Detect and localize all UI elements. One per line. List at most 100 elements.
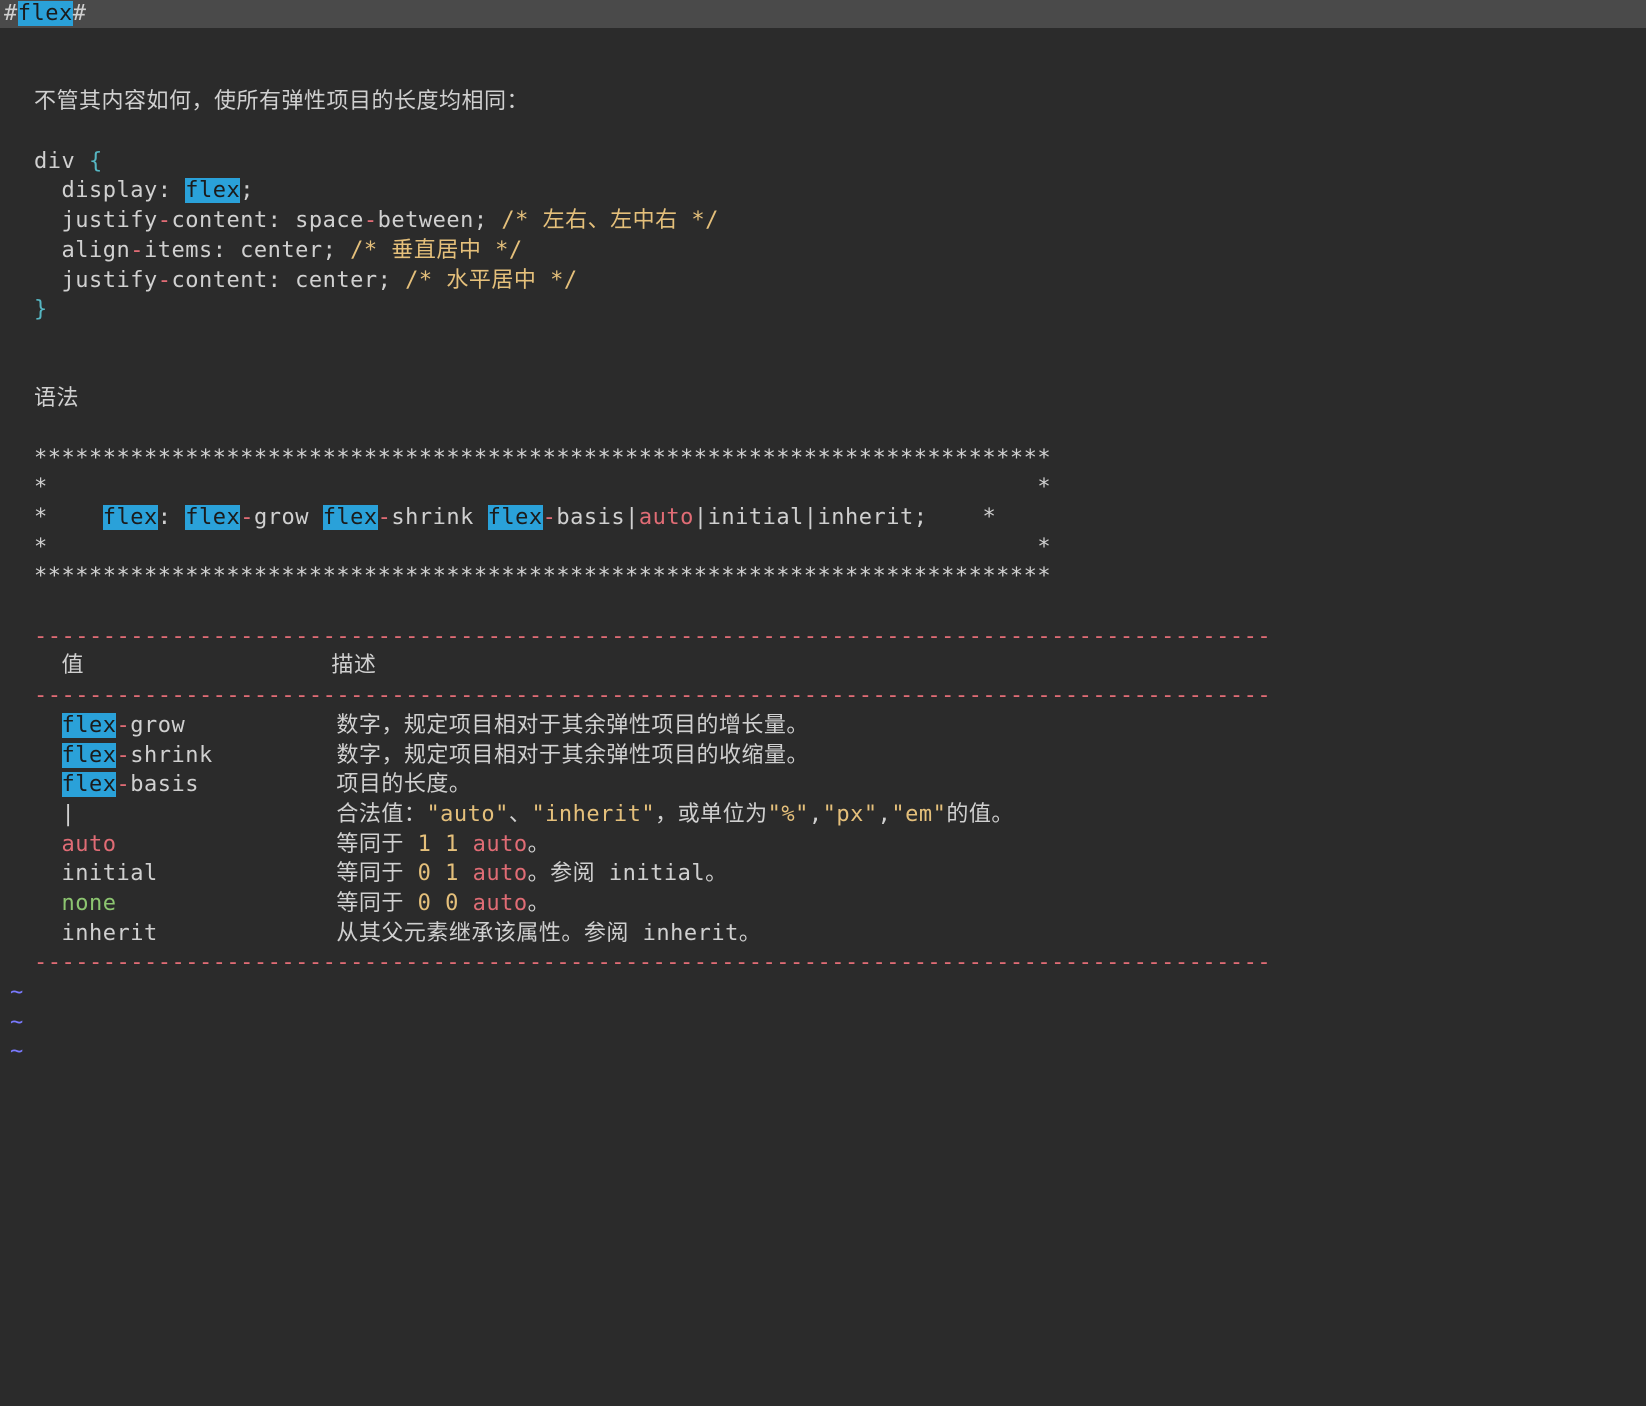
blank-line (34, 357, 48, 382)
code-token: div (34, 149, 89, 174)
dash-icon: - (116, 743, 130, 768)
row-value: auto (62, 832, 117, 857)
blank-line (34, 416, 48, 441)
code-token: justify (34, 208, 158, 233)
search-prefix: # (4, 1, 18, 26)
code-token: : (158, 505, 186, 530)
code-token: justify (34, 268, 158, 293)
row-desc: 从其父元素继承该属性。参阅 inherit。 (336, 921, 761, 946)
empty-line-tilde: ~ (0, 1037, 1646, 1067)
match-highlight: flex (103, 505, 158, 530)
code-token: items: center; (144, 238, 350, 263)
editor-content[interactable]: 不管其内容如何，使所有弹性项目的长度均相同： div { display: fl… (0, 28, 1646, 978)
code-token: grow (254, 505, 323, 530)
row-desc: 的值。 (946, 802, 1014, 827)
code-token: grow (130, 713, 185, 738)
table-row: flex-grow 数字，规定项目相对于其余弹性项目的增长量。 (34, 713, 809, 738)
column-header-value: 值 (34, 653, 84, 678)
code-line: justify-content: center; /* 水平居中 */ (34, 268, 578, 293)
row-desc: 。参阅 initial。 (528, 861, 728, 886)
empty-line-tilde: ~ (0, 1008, 1646, 1038)
syntax-heading: 语法 (34, 386, 79, 411)
column-header-desc: 描述 (331, 653, 376, 678)
row-desc: 合法值： (336, 802, 426, 827)
code-token: shrink (130, 743, 212, 768)
code-line: align-items: center; /* 垂直居中 */ (34, 238, 523, 263)
code-token: content: space (171, 208, 363, 233)
code-line: } (34, 297, 48, 322)
dash-icon: - (116, 772, 130, 797)
row-desc: ，或单位为 (655, 802, 768, 827)
code-token: between; (378, 208, 502, 233)
keyword-auto: auto (639, 505, 694, 530)
divider-line: ----------------------------------------… (34, 683, 1271, 708)
box-border: * * (34, 475, 1051, 500)
row-desc: 、 (509, 802, 532, 827)
blank-line (34, 594, 48, 619)
code-line: justify-content: space-between; /* 左右、左中… (34, 208, 719, 233)
row-desc: , (809, 802, 823, 827)
row-value: | (62, 802, 76, 827)
table-row: initial 等同于 0 1 auto。参阅 initial。 (34, 861, 728, 886)
box-border: ****************************************… (34, 564, 1051, 589)
match-highlight: flex (62, 713, 117, 738)
table-row: inherit 从其父元素继承该属性。参阅 inherit。 (34, 921, 761, 946)
search-bar[interactable]: #flex# (0, 0, 1646, 28)
dash-icon: - (158, 208, 172, 233)
divider-line: ----------------------------------------… (34, 624, 1271, 649)
dash-icon: - (543, 505, 557, 530)
match-highlight: flex (185, 505, 240, 530)
blank-line (34, 327, 48, 352)
brace-icon: { (89, 149, 103, 174)
box-syntax-line: * flex: flex-grow flex-shrink flex-basis… (34, 505, 996, 530)
divider-line: ----------------------------------------… (34, 950, 1271, 975)
string-literal: "inherit" (531, 802, 655, 827)
keyword-auto: auto (473, 861, 528, 886)
dash-icon: - (364, 208, 378, 233)
string-literal: "px" (823, 802, 878, 827)
match-highlight: flex (488, 505, 543, 530)
intro-text: 不管其内容如何，使所有弹性项目的长度均相同： (34, 89, 529, 114)
row-desc: 等同于 (336, 861, 417, 886)
code-token: |initial|inherit; * (694, 505, 996, 530)
code-token: * (34, 505, 103, 530)
code-token: basis| (556, 505, 638, 530)
comment: /* 垂直居中 */ (350, 238, 522, 263)
search-suffix: # (73, 1, 87, 26)
match-highlight: flex (62, 772, 117, 797)
box-border: * * (34, 535, 1051, 560)
row-value: inherit (62, 921, 158, 946)
table-row: auto 等同于 1 1 auto。 (34, 832, 550, 857)
row-desc: 数字，规定项目相对于其余弹性项目的收缩量。 (336, 743, 809, 768)
string-literal: "auto" (426, 802, 508, 827)
comment: /* 左右、左中右 */ (501, 208, 718, 233)
match-highlight: flex (323, 505, 378, 530)
row-value: initial (62, 861, 158, 886)
box-border: ****************************************… (34, 446, 1051, 471)
code-line: display: flex; (34, 178, 254, 203)
editor-viewport: #flex# 不管其内容如何，使所有弹性项目的长度均相同： div { disp… (0, 0, 1646, 1406)
keyword-auto: auto (473, 832, 528, 857)
row-desc: 。 (528, 832, 551, 857)
comment: /* 水平居中 */ (405, 268, 577, 293)
code-token: align (34, 238, 130, 263)
dash-icon: - (116, 713, 130, 738)
match-highlight: flex (62, 743, 117, 768)
brace-icon: } (34, 297, 48, 322)
search-term: flex (18, 1, 73, 26)
code-token: basis (130, 772, 199, 797)
row-desc: , (878, 802, 892, 827)
row-value: none (62, 891, 117, 916)
blank-line (34, 60, 48, 85)
number-literal: 1 1 (418, 832, 473, 857)
blank-line (34, 119, 48, 144)
table-row: flex-basis 项目的长度。 (34, 772, 471, 797)
dash-icon: - (240, 505, 254, 530)
string-literal: "%" (768, 802, 809, 827)
code-token: content: center; (171, 268, 405, 293)
table-row: | 合法值："auto"、"inherit"，或单位为"%","px","em"… (34, 802, 1014, 827)
dash-icon: - (158, 268, 172, 293)
table-header: 值 描述 (34, 653, 376, 678)
row-desc: 等同于 (336, 832, 417, 857)
code-token: display: (34, 178, 185, 203)
